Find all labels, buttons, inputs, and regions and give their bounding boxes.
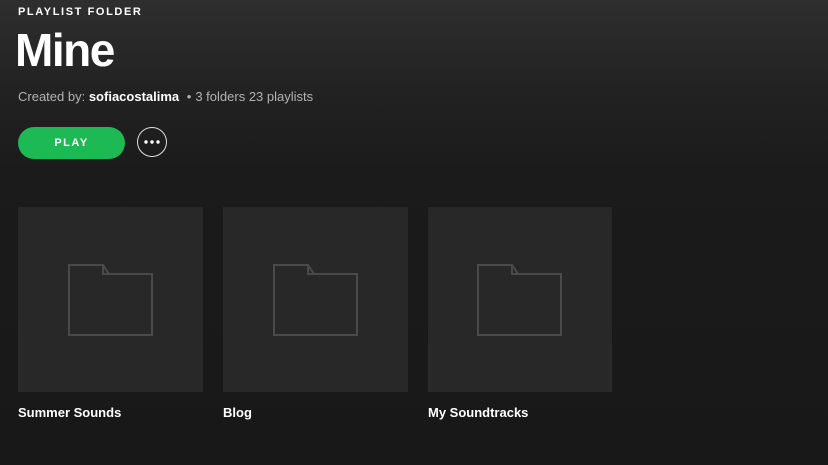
folder-counts: 3 folders 23 playlists: [195, 89, 314, 104]
more-options-button[interactable]: [137, 127, 167, 157]
meta-separator: •: [186, 89, 192, 104]
folder-card[interactable]: My Soundtracks: [428, 207, 612, 420]
more-horizontal-icon: [144, 140, 160, 144]
owner-link[interactable]: sofiacostalima: [89, 89, 179, 104]
folder-title[interactable]: Summer Sounds: [18, 405, 203, 420]
folder-icon: [272, 263, 359, 336]
folder-title[interactable]: My Soundtracks: [428, 405, 612, 420]
play-button[interactable]: PLAY: [18, 127, 125, 159]
created-by-label: Created by:: [18, 89, 86, 104]
folder-cover: [223, 207, 408, 392]
folder-grid: Summer Sounds Blog My Soundtracks: [18, 207, 632, 420]
playlist-type-label: PLAYLIST FOLDER: [18, 6, 143, 18]
folder-icon: [477, 263, 563, 336]
folder-meta: Created by: sofiacostalima • 3 folders 23…: [18, 89, 313, 104]
folder-card[interactable]: Blog: [223, 207, 408, 420]
page-title: Mine: [15, 24, 115, 76]
folder-cover: [428, 207, 612, 392]
folder-cover: [18, 207, 203, 392]
folder-title[interactable]: Blog: [223, 405, 408, 420]
folder-icon: [67, 263, 154, 336]
folder-card[interactable]: Summer Sounds: [18, 207, 203, 420]
